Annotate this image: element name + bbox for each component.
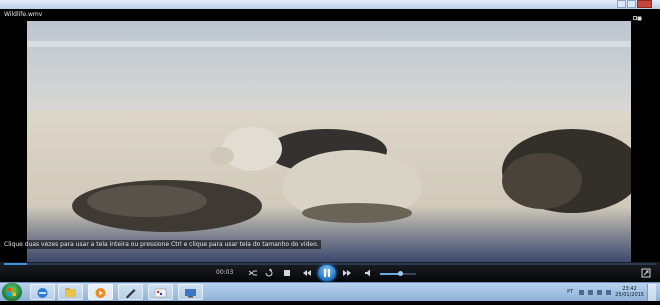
- internet-explorer-icon[interactable]: [30, 284, 55, 300]
- media-player-window: Wildlife.wmv Clique duas vezes para usar…: [0, 0, 660, 282]
- repeat-icon[interactable]: [264, 268, 274, 278]
- next-icon[interactable]: [342, 268, 352, 278]
- volume-level: [380, 273, 400, 275]
- network-icon[interactable]: [597, 289, 603, 295]
- system-tray: PT 23:42 25/01/2015: [567, 283, 656, 301]
- windows-logo-icon: [8, 288, 16, 296]
- language-indicator[interactable]: PT: [567, 289, 573, 295]
- file-explorer-icon[interactable]: [58, 284, 83, 300]
- seek-progress: [4, 263, 28, 265]
- maximize-button[interactable]: [627, 0, 636, 8]
- pen-app-icon[interactable]: [118, 284, 143, 300]
- fullscreen-icon[interactable]: [641, 268, 651, 278]
- volume-tray-icon[interactable]: [606, 289, 612, 295]
- title-bar[interactable]: [0, 0, 660, 9]
- clock-date: 25/01/2015: [615, 292, 644, 298]
- fullscreen-hint: Clique duas vezes para usar a tela intei…: [2, 240, 321, 249]
- remote-desktop-icon[interactable]: [178, 284, 203, 300]
- show-hidden-icons-icon[interactable]: [579, 289, 585, 295]
- elapsed-time: 00:03: [216, 269, 234, 276]
- shuffle-icon[interactable]: [248, 268, 258, 278]
- player-header: Wildlife.wmv: [0, 9, 660, 24]
- window-controls: [616, 0, 652, 9]
- previous-icon[interactable]: [302, 268, 312, 278]
- flag-icon[interactable]: [588, 289, 594, 295]
- media-player-icon[interactable]: [88, 284, 113, 300]
- volume-slider[interactable]: [380, 271, 416, 276]
- player-controls: 00:03: [0, 262, 660, 282]
- switch-to-library-icon[interactable]: [633, 10, 642, 24]
- pause-button[interactable]: [318, 265, 336, 281]
- stop-icon[interactable]: [282, 268, 292, 278]
- close-button[interactable]: [637, 0, 652, 8]
- pause-icon: [324, 269, 330, 277]
- minimize-button[interactable]: [617, 0, 626, 8]
- video-still-sea-lions: [27, 21, 631, 262]
- now-playing-title: Wildlife.wmv: [4, 11, 43, 18]
- video-frame[interactable]: [27, 21, 631, 262]
- speaker-icon[interactable]: [364, 268, 374, 278]
- video-area[interactable]: Clique duas vezes para usar a tela intei…: [0, 21, 660, 262]
- start-button[interactable]: [2, 283, 22, 301]
- volume-thumb[interactable]: [397, 271, 403, 276]
- show-desktop-button[interactable]: [647, 283, 656, 301]
- clock[interactable]: 23:42 25/01/2015: [615, 286, 644, 298]
- taskbar: PT 23:42 25/01/2015: [0, 282, 660, 301]
- paint-app-icon[interactable]: [148, 284, 173, 300]
